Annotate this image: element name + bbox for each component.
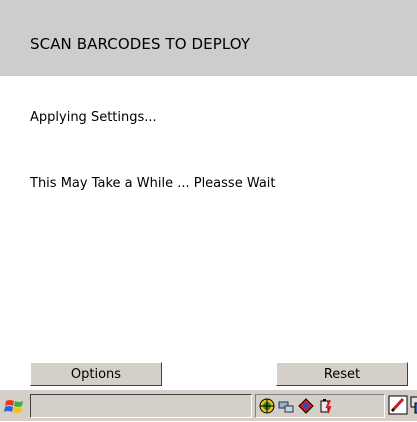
connection-icon[interactable] [278, 398, 294, 414]
header-bar: SCAN BARCODES TO DEPLOY [0, 0, 417, 76]
reset-button[interactable]: Reset [276, 362, 408, 386]
taskbar [0, 389, 417, 421]
options-button[interactable]: Options [30, 362, 162, 386]
windows-flag-icon [4, 400, 23, 413]
system-tray [255, 394, 385, 418]
power-icon[interactable] [318, 398, 334, 414]
sip-pen-icon[interactable] [388, 395, 408, 415]
page-title: SCAN BARCODES TO DEPLOY [30, 35, 251, 53]
status-text: Applying Settings... [30, 110, 157, 125]
network-globe-icon[interactable] [259, 398, 275, 414]
battery-charge-icon[interactable] [298, 398, 314, 414]
wait-message: This May Take a While ... Pleasse Wait [30, 176, 276, 191]
start-button[interactable] [4, 396, 26, 418]
windows-switcher-icon[interactable] [410, 395, 417, 415]
input-field[interactable] [30, 394, 252, 418]
